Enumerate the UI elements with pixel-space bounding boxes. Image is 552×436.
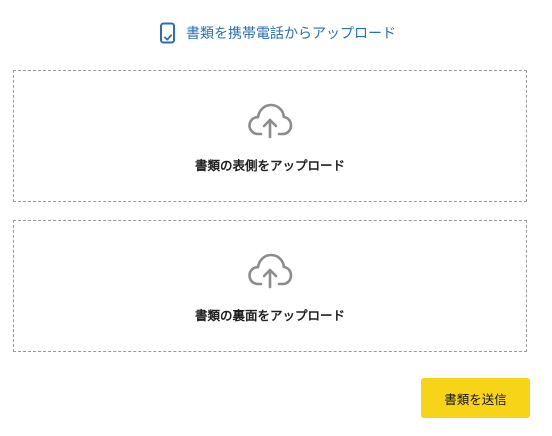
upload-back-label: 書類の裏面をアップロード	[194, 308, 345, 323]
cloud-upload-icon	[247, 101, 293, 139]
upload-document-panel: 書類を携帯電話からアップロード 書類の表側をアップロード 書類の裏面をアップロー…	[0, 0, 552, 436]
submit-documents-button[interactable]: 書類を送信	[421, 378, 530, 418]
phone-check-icon	[159, 22, 177, 44]
upload-back-dropzone[interactable]: 書類の裏面をアップロード	[13, 220, 527, 352]
cloud-upload-icon	[247, 251, 293, 289]
upload-front-dropzone[interactable]: 書類の表側をアップロード	[13, 70, 527, 202]
upload-front-label: 書類の表側をアップロード	[194, 158, 345, 173]
upload-from-phone-link[interactable]: 書類を携帯電話からアップロード	[159, 22, 396, 44]
upload-from-phone-label: 書類を携帯電話からアップロード	[186, 26, 396, 42]
